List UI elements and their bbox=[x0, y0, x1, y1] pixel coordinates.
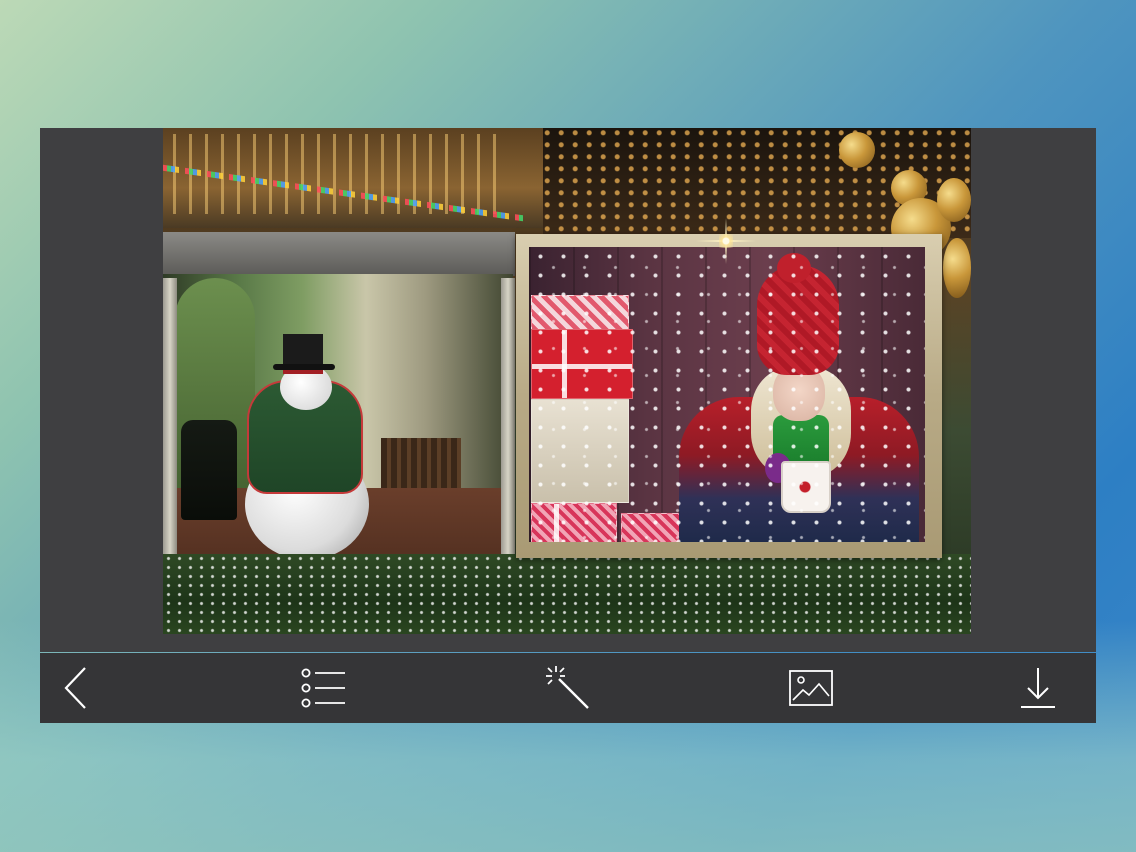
list-icon bbox=[301, 668, 347, 708]
porch-chair bbox=[181, 420, 237, 520]
effects-button[interactable] bbox=[526, 653, 610, 723]
porch-pillar bbox=[163, 278, 177, 598]
frames-list-button[interactable] bbox=[284, 653, 364, 723]
gold-ornament bbox=[937, 178, 971, 222]
gold-ornament bbox=[839, 132, 875, 168]
image-icon bbox=[789, 670, 833, 706]
snowman-hat-brim bbox=[273, 364, 335, 370]
pine-greenery bbox=[163, 554, 971, 634]
magic-wand-icon bbox=[545, 665, 591, 711]
porch-bench bbox=[381, 438, 461, 488]
gallery-button[interactable] bbox=[770, 653, 852, 723]
save-button[interactable] bbox=[1002, 653, 1074, 723]
chevron-left-icon bbox=[63, 666, 89, 710]
gold-ornament bbox=[943, 238, 971, 298]
falling-snow bbox=[529, 247, 925, 542]
bottom-toolbar bbox=[40, 653, 1096, 723]
porch-pillar bbox=[501, 278, 515, 598]
inset-photo[interactable] bbox=[529, 247, 925, 542]
download-icon bbox=[1019, 666, 1057, 710]
back-button[interactable] bbox=[40, 653, 112, 723]
star-glint-icon bbox=[719, 234, 733, 248]
porch-roof bbox=[163, 232, 515, 276]
